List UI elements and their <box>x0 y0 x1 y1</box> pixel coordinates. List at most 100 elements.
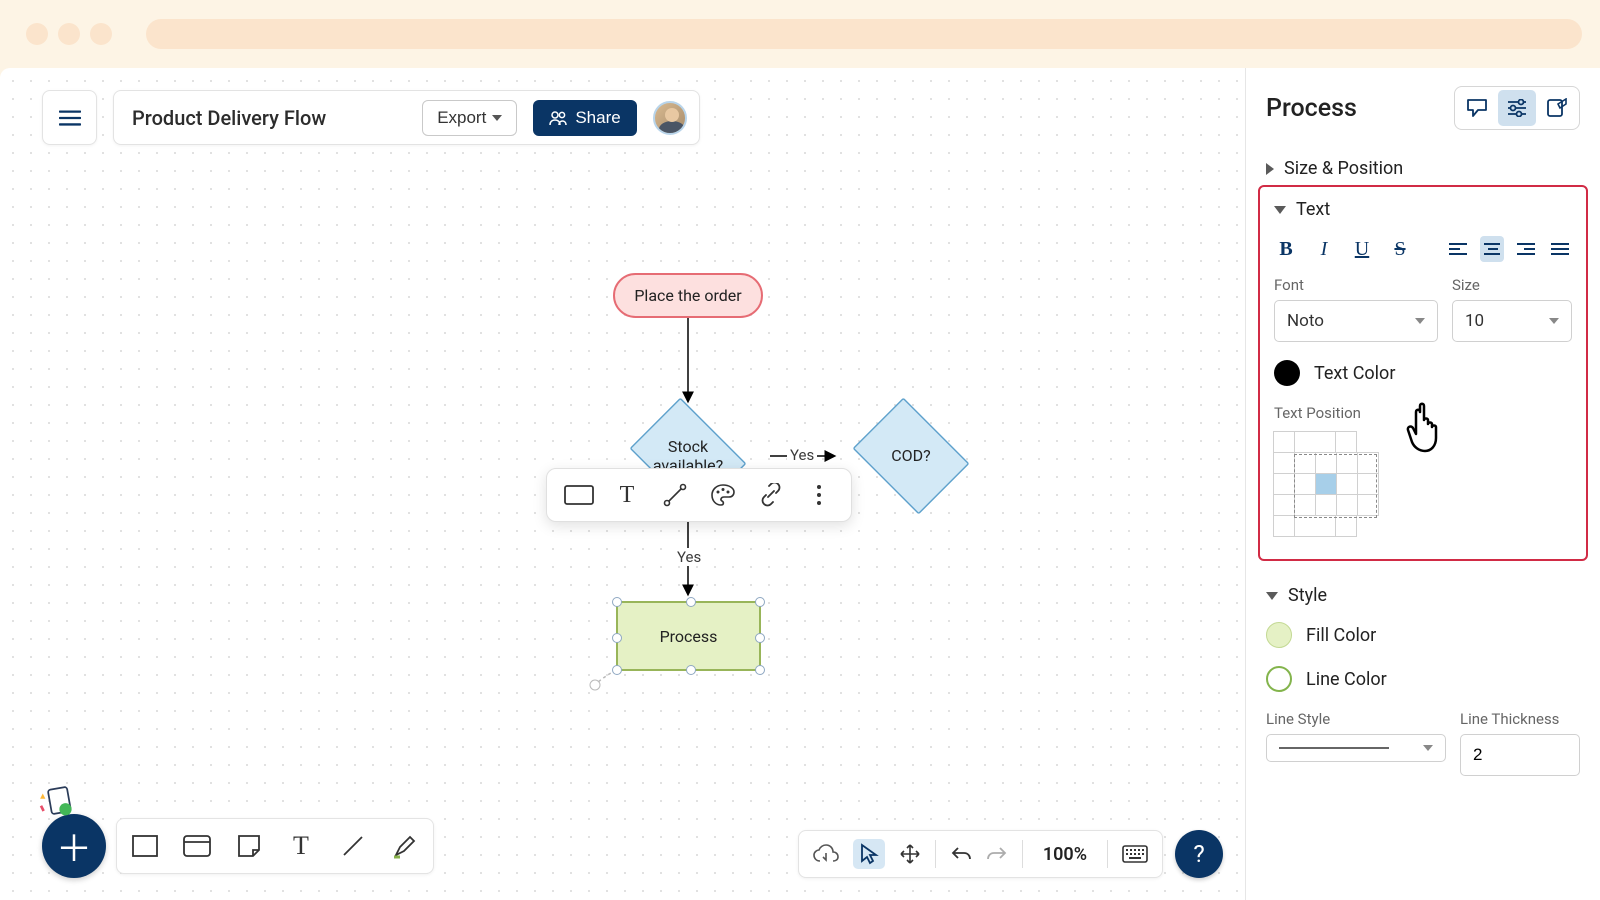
section-label: Size & Position <box>1284 158 1403 179</box>
text-position-grid <box>1274 432 1379 537</box>
caret-right-icon <box>1266 163 1274 175</box>
chevron-down-icon <box>1423 745 1433 751</box>
pos-cell[interactable] <box>1336 473 1358 495</box>
note-shape-icon[interactable] <box>235 832 263 860</box>
highlight-shape-icon[interactable] <box>391 832 419 860</box>
pos-cell[interactable] <box>1273 452 1295 474</box>
help-button[interactable]: ? <box>1175 830 1223 878</box>
line-shape-icon[interactable] <box>339 832 367 860</box>
people-icon <box>549 110 567 126</box>
section-text[interactable]: Text <box>1274 197 1572 230</box>
rect-shape-icon[interactable] <box>131 832 159 860</box>
line-style-label: Line Style <box>1266 710 1446 728</box>
window-dot <box>90 23 112 45</box>
cursor-hand-icon <box>1400 400 1450 455</box>
pos-cell[interactable] <box>1335 515 1357 537</box>
pos-cell[interactable] <box>1294 515 1336 537</box>
font-value: Noto <box>1287 311 1324 331</box>
pos-cell[interactable] <box>1273 515 1295 537</box>
font-label: Font <box>1274 276 1438 294</box>
export-button[interactable]: Export <box>422 100 517 136</box>
align-center-icon[interactable] <box>1480 236 1504 262</box>
export-label: Export <box>437 108 486 128</box>
section-label: Style <box>1288 585 1327 606</box>
line-style-preview <box>1279 746 1389 750</box>
pos-cell[interactable] <box>1294 473 1316 495</box>
pos-cell[interactable] <box>1357 494 1379 516</box>
text-shape-icon[interactable]: T <box>287 832 315 860</box>
connector-tool-icon[interactable] <box>655 477 695 513</box>
size-select[interactable]: 10 <box>1452 300 1572 342</box>
section-size-position[interactable]: Size & Position <box>1266 148 1580 189</box>
comments-tab-icon[interactable] <box>1458 90 1496 126</box>
italic-icon[interactable]: I <box>1312 236 1336 262</box>
strikethrough-icon[interactable]: S <box>1388 236 1412 262</box>
line-color-row[interactable]: Line Color <box>1266 666 1580 692</box>
pos-cell[interactable] <box>1315 494 1337 516</box>
fill-color-label: Fill Color <box>1306 625 1376 646</box>
add-button[interactable]: ＋ <box>42 814 106 878</box>
node-label: COD? <box>891 446 930 465</box>
pos-cell[interactable] <box>1335 431 1357 453</box>
pos-cell[interactable] <box>1315 452 1337 474</box>
underline-icon[interactable]: U <box>1350 236 1374 262</box>
bold-icon[interactable]: B <box>1274 236 1298 262</box>
pos-cell[interactable] <box>1357 452 1379 474</box>
line-thickness-input[interactable] <box>1460 734 1580 776</box>
node-terminator-place-order[interactable]: Place the order <box>613 273 763 318</box>
zoom-value[interactable]: 100% <box>1037 844 1093 865</box>
card-shape-icon[interactable] <box>183 832 211 860</box>
size-value: 10 <box>1465 311 1484 331</box>
undo-icon[interactable] <box>950 845 972 863</box>
text-tool-icon[interactable]: T <box>607 477 647 513</box>
pos-cell[interactable] <box>1294 494 1316 516</box>
pos-cell[interactable] <box>1273 494 1295 516</box>
align-right-icon[interactable] <box>1514 236 1538 262</box>
font-select[interactable]: Noto <box>1274 300 1438 342</box>
share-button[interactable]: Share <box>533 100 636 136</box>
pointer-tool-icon[interactable] <box>853 839 885 869</box>
keyboard-icon[interactable] <box>1122 845 1148 863</box>
fill-color-row[interactable]: Fill Color <box>1266 622 1580 648</box>
shape-bar: T <box>116 818 434 874</box>
properties-tab-icon[interactable] <box>1498 90 1536 126</box>
align-left-icon[interactable] <box>1446 236 1470 262</box>
line-thickness-label: Line Thickness <box>1460 710 1580 728</box>
panel-tabs <box>1454 86 1580 130</box>
redo-icon[interactable] <box>986 845 1008 863</box>
palette-tool-icon[interactable] <box>703 477 743 513</box>
cloud-sync-icon[interactable] <box>813 844 839 864</box>
fill-color-swatch <box>1266 622 1292 648</box>
section-text-highlighted: Text B I U S Font <box>1258 185 1588 561</box>
menu-button[interactable] <box>42 90 97 145</box>
pos-cell[interactable] <box>1294 431 1336 453</box>
pos-cell[interactable] <box>1273 473 1295 495</box>
pos-cell[interactable] <box>1273 431 1295 453</box>
document-title[interactable]: Product Delivery Flow <box>132 106 406 130</box>
window-dot <box>58 23 80 45</box>
pan-tool-icon[interactable] <box>899 843 921 865</box>
avatar[interactable] <box>653 101 687 135</box>
line-style-select[interactable] <box>1266 734 1446 762</box>
section-style[interactable]: Style <box>1266 575 1580 616</box>
pos-cell[interactable] <box>1294 452 1316 474</box>
align-justify-icon[interactable] <box>1548 236 1572 262</box>
more-tool-icon[interactable] <box>799 477 839 513</box>
pos-cell[interactable] <box>1357 473 1379 495</box>
pos-cell[interactable] <box>1336 494 1358 516</box>
context-toolbar: T <box>546 468 852 522</box>
link-tool-icon[interactable] <box>751 477 791 513</box>
shape-tool-rect-icon[interactable] <box>559 477 599 513</box>
section-label: Text <box>1296 199 1330 220</box>
sparkle-icon <box>34 786 76 822</box>
node-process[interactable]: Process <box>616 601 761 671</box>
pos-cell[interactable] <box>1336 452 1358 474</box>
edit-tab-icon[interactable] <box>1538 90 1576 126</box>
line-color-swatch <box>1266 666 1292 692</box>
text-color-swatch <box>1274 360 1300 386</box>
pos-cell-selected[interactable] <box>1315 473 1337 495</box>
url-bar[interactable] <box>146 19 1582 49</box>
canvas[interactable]: Product Delivery Flow Export Share <box>0 68 1245 900</box>
text-color-row[interactable]: Text Color <box>1274 360 1572 386</box>
node-decision-cod[interactable]: COD? <box>846 406 976 506</box>
